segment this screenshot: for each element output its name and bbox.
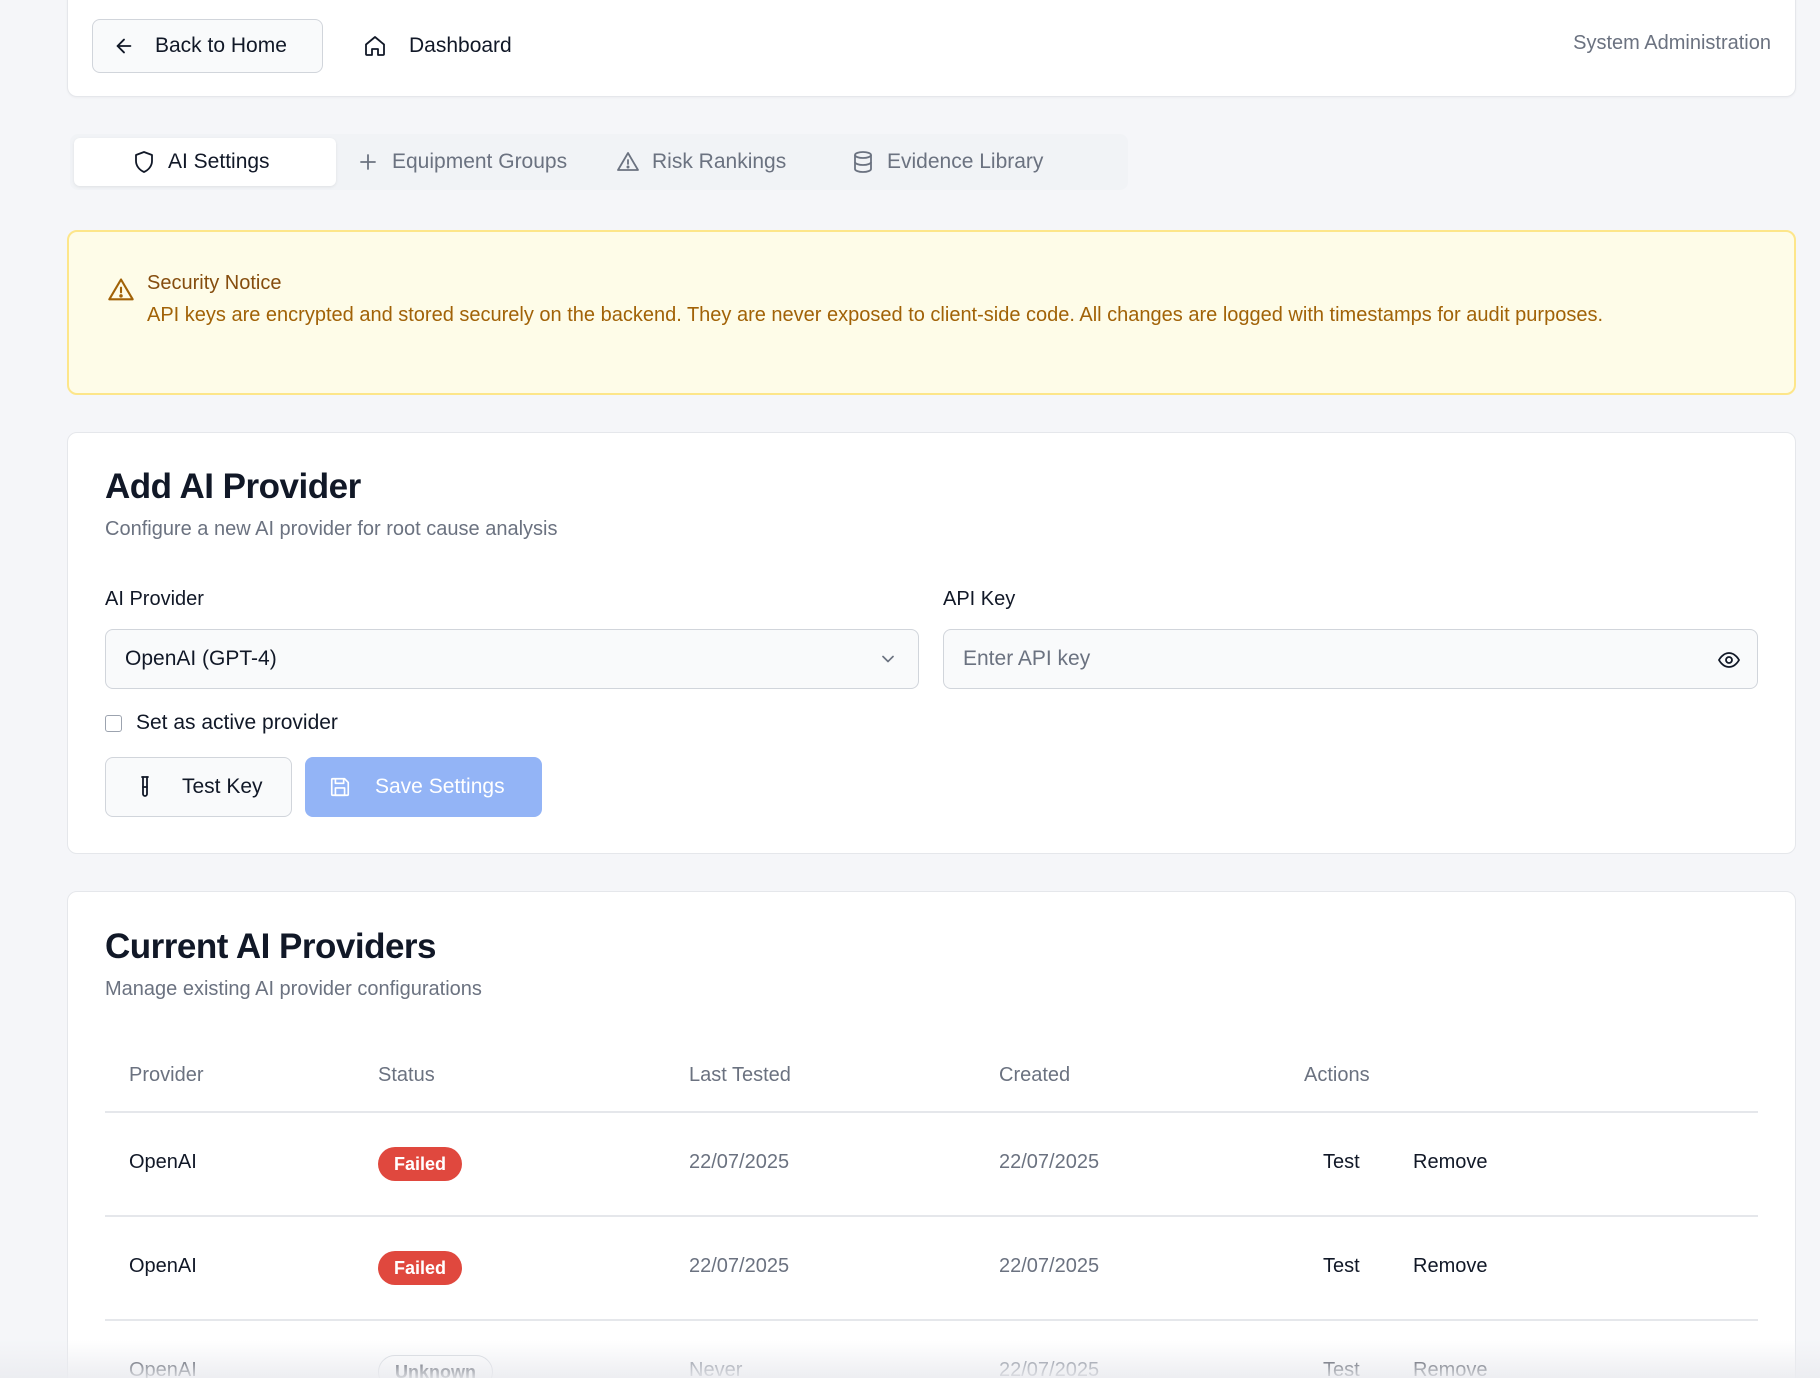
table-row: OpenAI Failed 22/07/2025 22/07/2025 Test… [68,1113,1797,1217]
tab-label: Evidence Library [887,150,1044,173]
section-title: System Administration [1573,32,1771,54]
column-header-actions: Actions [1304,1064,1370,1086]
eye-icon[interactable] [1717,648,1741,672]
status-badge: Failed [378,1251,463,1285]
test-tube-icon [141,776,149,797]
last-tested-date: 22/07/2025 [689,1255,790,1277]
last-tested-date: 22/07/2025 [689,1151,790,1173]
column-header-created: Created [999,1064,1071,1086]
table-row: OpenAI Failed 22/07/2025 22/07/2025 Test… [68,1217,1797,1321]
test-key-button[interactable]: Test Key [105,757,292,817]
tab-label: Equipment Groups [392,150,568,173]
tab-label: AI Settings [168,150,270,173]
test-key-label: Test Key [182,775,263,798]
notice-body: API keys are encrypted and stored secure… [147,304,1604,326]
tab-risk-rankings[interactable]: Risk Rankings [606,138,841,186]
plus-icon [360,154,376,170]
column-header-provider: Provider [129,1064,204,1086]
remove-provider-button[interactable]: Remove [1413,1359,1487,1378]
tab-label: Risk Rankings [652,150,787,173]
add-provider-subtitle: Configure a new AI provider for root cau… [105,518,558,540]
providers-title: Current AI Providers [105,927,437,966]
save-settings-label: Save Settings [375,775,505,798]
status-badge: Unknown [378,1355,493,1378]
active-provider-checkbox[interactable] [105,714,122,732]
provider-name: OpenAI [129,1359,197,1378]
database-icon [854,151,872,173]
api-key-input[interactable] [944,630,1757,688]
providers-subtitle: Manage existing AI provider configuratio… [105,978,482,1000]
created-date: 22/07/2025 [999,1359,1100,1378]
test-provider-button[interactable]: Test [1323,1151,1360,1174]
remove-provider-button[interactable]: Remove [1413,1255,1487,1278]
add-provider-title: Add AI Provider [105,467,361,506]
active-provider-option: Set as active provider [105,711,338,735]
security-notice: Security Notice API keys are encrypted a… [67,230,1796,395]
column-header-last-tested: Last Tested [689,1064,791,1086]
alert-triangle-icon [617,152,639,171]
provider-name: OpenAI [129,1255,197,1277]
api-key-field-wrapper [943,629,1758,689]
provider-select-value: OpenAI (GPT-4) [125,647,277,670]
created-date: 22/07/2025 [999,1151,1100,1173]
tab-equipment-groups[interactable]: Equipment Groups [336,138,606,186]
home-icon [365,36,385,56]
column-header-status: Status [378,1064,435,1086]
tab-evidence-library[interactable]: Evidence Library [841,138,1101,186]
provider-name: OpenAI [129,1151,197,1173]
remove-provider-button[interactable]: Remove [1413,1151,1487,1174]
chevron-down-icon [882,655,894,663]
test-provider-button[interactable]: Test [1323,1359,1360,1378]
save-settings-button[interactable]: Save Settings [305,757,542,817]
save-icon [330,777,350,797]
back-to-home-label: Back to Home [155,34,287,57]
settings-tabs: AI Settings Equipment Groups Risk Rankin… [70,134,1128,190]
top-header: Back to Home Dashboard System Administra… [67,0,1796,97]
created-date: 22/07/2025 [999,1255,1100,1277]
add-provider-card: Add AI Provider Configure a new AI provi… [67,432,1796,854]
notice-title: Security Notice [147,272,282,294]
table-row: OpenAI Unknown Never 22/07/2025 Test Rem… [68,1321,1797,1378]
dashboard-link[interactable]: Dashboard [363,19,512,73]
status-badge: Failed [378,1147,463,1181]
current-providers-card: Current AI Providers Manage existing AI … [67,891,1796,1378]
provider-label: AI Provider [105,588,204,610]
back-to-home-button[interactable]: Back to Home [92,19,323,73]
alert-triangle-icon [108,278,134,301]
test-provider-button[interactable]: Test [1323,1255,1360,1278]
last-tested-date: Never [689,1359,743,1378]
arrow-left-icon [116,38,132,54]
provider-select[interactable]: OpenAI (GPT-4) [105,629,919,689]
api-key-label: API Key [943,588,1016,610]
shield-icon [135,151,153,173]
tab-ai-settings[interactable]: AI Settings [74,138,336,186]
dashboard-label: Dashboard [409,34,512,57]
active-provider-label: Set as active provider [136,711,338,734]
